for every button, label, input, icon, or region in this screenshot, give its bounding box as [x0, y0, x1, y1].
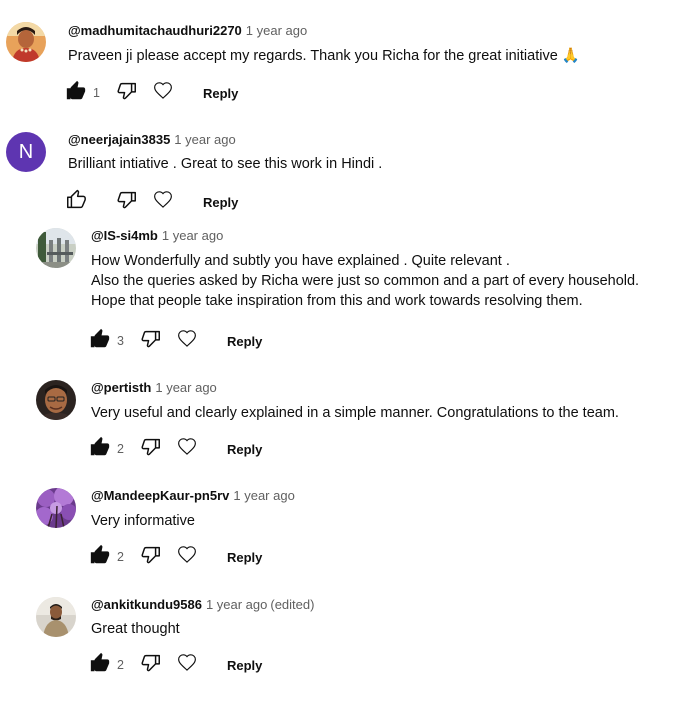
heart-icon [177, 653, 197, 678]
dislike-button[interactable] [139, 437, 163, 461]
comment-time[interactable]: 1 year ago [155, 380, 216, 395]
comment-header: @ankitkundu9586 1 year ago (edited) [91, 596, 314, 614]
comment-actions: 2 Reply [88, 544, 262, 571]
comment-text-line: Great thought [91, 621, 180, 637]
avatar[interactable]: N [6, 132, 46, 172]
comment-time[interactable]: 1 year ago [233, 488, 294, 503]
like-count: 2 [117, 550, 124, 564]
like-button[interactable] [88, 652, 112, 679]
heart-icon [153, 190, 173, 215]
comment-header: @IS-si4mb 1 year ago [91, 227, 223, 245]
heart-icon [177, 437, 197, 462]
comment-time[interactable]: 1 year ago [174, 132, 235, 147]
comment-text-line: How Wonderfully and subtly you have expl… [91, 253, 510, 269]
comment-actions: 1 Reply [64, 80, 238, 107]
comment-text: Very informative [91, 511, 195, 531]
dislike-button[interactable] [115, 190, 139, 214]
like-count: 3 [117, 334, 124, 348]
heart-button[interactable] [151, 81, 175, 105]
dislike-icon [140, 544, 162, 571]
like-count: 2 [117, 658, 124, 672]
comment-text-line: Very informative [91, 513, 195, 529]
heart-button[interactable] [175, 437, 199, 461]
comment-header: @pertisth 1 year ago [91, 379, 217, 397]
dislike-icon [140, 436, 162, 463]
dislike-icon [116, 189, 138, 216]
like-button[interactable] [88, 436, 112, 463]
comment-author[interactable]: @IS-si4mb [91, 228, 158, 243]
comment-author[interactable]: @ankitkundu9586 [91, 597, 202, 612]
comment-author[interactable]: @neerjajain3835 [68, 132, 170, 147]
comment-text: Praveen ji please accept my regards. Tha… [68, 46, 580, 66]
heart-icon [153, 81, 173, 106]
reply-button[interactable]: Reply [227, 442, 262, 457]
like-button[interactable] [88, 544, 112, 571]
reply-button[interactable]: Reply [203, 195, 238, 210]
heart-icon [177, 545, 197, 570]
heart-button[interactable] [175, 653, 199, 677]
like-filled-icon [89, 652, 111, 679]
like-filled-icon [89, 436, 111, 463]
avatar[interactable] [36, 228, 76, 268]
like-outline-icon [65, 189, 87, 216]
comment-text-line: Brilliant intiative . Great to see this … [68, 156, 383, 172]
comment-time[interactable]: 1 year ago [246, 23, 307, 38]
comment-text-line: Hope that people take inspiration from t… [91, 293, 583, 309]
edited-label: (edited) [270, 597, 315, 612]
comment-text: Great thought [91, 619, 180, 639]
heart-icon [177, 329, 197, 354]
avatar[interactable] [36, 380, 76, 420]
heart-button[interactable] [151, 190, 175, 214]
avatar[interactable] [6, 22, 46, 62]
comment-author[interactable]: @MandeepKaur-pn5rv [91, 488, 229, 503]
comment-header: @MandeepKaur-pn5rv 1 year ago [91, 487, 295, 505]
reply-button[interactable]: Reply [227, 658, 262, 673]
avatar[interactable] [36, 488, 76, 528]
comment-text: How Wonderfully and subtly you have expl… [91, 251, 639, 311]
comment-text-line: Also the queries asked by Richa were jus… [91, 273, 640, 289]
comment-author[interactable]: @madhumitachaudhuri2270 [68, 23, 242, 38]
like-filled-icon [65, 80, 87, 107]
heart-button[interactable] [175, 545, 199, 569]
comment-text-line: Praveen ji please accept my regards. Tha… [68, 48, 580, 64]
reply-button[interactable]: Reply [203, 86, 238, 101]
dislike-icon [116, 80, 138, 107]
comment-time[interactable]: 1 year ago [162, 228, 223, 243]
dislike-button[interactable] [115, 81, 139, 105]
comment-text-line: Very useful and clearly explained in a s… [91, 405, 619, 421]
dislike-icon [140, 652, 162, 679]
like-button[interactable] [88, 328, 112, 355]
avatar-letter: N [18, 140, 34, 163]
like-button[interactable] [64, 80, 88, 107]
comment-actions: Reply [64, 189, 238, 216]
reply-button[interactable]: Reply [227, 334, 262, 349]
comment-text: Very useful and clearly explained in a s… [91, 403, 619, 423]
like-filled-icon [89, 544, 111, 571]
reply-button[interactable]: Reply [227, 550, 262, 565]
like-count: 1 [93, 86, 100, 100]
avatar[interactable] [36, 597, 76, 637]
like-filled-icon [89, 328, 111, 355]
dislike-button[interactable] [139, 653, 163, 677]
dislike-icon [140, 328, 162, 355]
comment-actions: 3 Reply [88, 328, 262, 355]
like-count: 2 [117, 442, 124, 456]
comment-author[interactable]: @pertisth [91, 380, 151, 395]
comment-header: @neerjajain3835 1 year ago [68, 131, 236, 149]
like-button[interactable] [64, 189, 88, 216]
comment-text: Brilliant intiative . Great to see this … [68, 154, 382, 174]
comment-header: @madhumitachaudhuri2270 1 year ago [68, 22, 307, 40]
comment-actions: 2 Reply [88, 652, 262, 679]
heart-button[interactable] [175, 329, 199, 353]
comment-time[interactable]: 1 year ago [206, 597, 267, 612]
dislike-button[interactable] [139, 545, 163, 569]
dislike-button[interactable] [139, 329, 163, 353]
comment-actions: 2 Reply [88, 436, 262, 463]
